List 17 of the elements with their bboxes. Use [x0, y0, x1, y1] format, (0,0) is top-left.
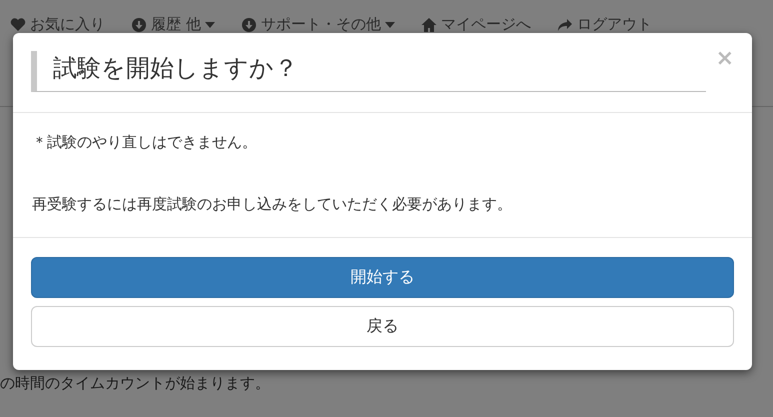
nav-link[interactable]: 履歴 他 — [131, 3, 215, 46]
home-icon — [420, 16, 437, 32]
caret-icon — [384, 22, 395, 28]
heart-icon — [10, 16, 26, 32]
start-button[interactable]: 開始する — [31, 256, 734, 298]
nav-link[interactable]: ログアウト — [556, 3, 652, 46]
body-text: 再受験するには再度試験のお申し込みをしていただく必要があります。 — [32, 194, 513, 216]
modal-title: 試験を開始しますか？ — [31, 51, 706, 92]
nav-link[interactable]: サポート・その他 — [240, 3, 395, 46]
close-button[interactable]: × — [706, 48, 734, 70]
page-text: の時間のタイムカウントが始まります。 — [0, 373, 271, 394]
caret-icon — [204, 22, 215, 28]
share-arrow-icon — [556, 16, 573, 32]
back-button[interactable]: 戻る — [31, 306, 734, 347]
nav-link[interactable]: マイページへ — [420, 3, 531, 46]
body-text: ＊試験のやり直しはできません。 — [32, 132, 258, 153]
nav-link[interactable]: お気に入り — [10, 3, 105, 46]
